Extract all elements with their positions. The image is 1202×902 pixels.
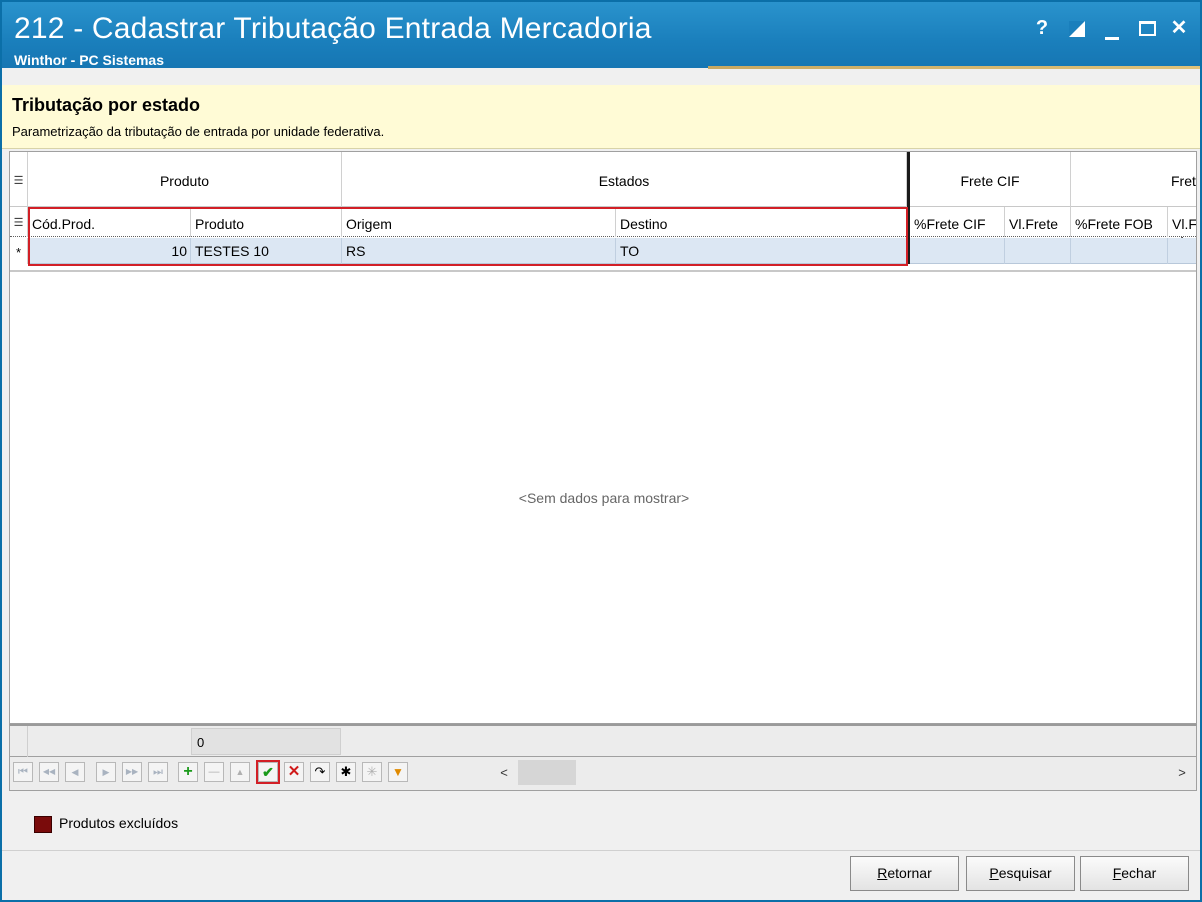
app-window: 212 - Cadastrar Tributação Entrada Merca… <box>0 0 1202 902</box>
summary-count: 0 <box>191 728 341 755</box>
col-vl-fob[interactable]: Vl.F <box>1168 207 1196 237</box>
last-record-icon[interactable]: ⏭ <box>148 762 168 782</box>
cell-cod-prod[interactable]: 10 <box>28 238 191 264</box>
info-header: Tributação por estado Parametrização da … <box>2 85 1200 149</box>
minimize-icon <box>1105 37 1119 40</box>
band-customize-icon[interactable]: ☰ <box>10 152 28 207</box>
help-button[interactable]: ? <box>1029 16 1055 40</box>
legend-area: Produtos excluídos <box>9 791 1197 849</box>
navigator-bar: ⏮ ◀◀ ◀ ▶ ▶▶ ⏭ + — ▲ ✔ ✕ ↷ ✱ ✳ ▼ < > <box>9 757 1197 791</box>
cell-destino[interactable]: TO <box>616 238 907 264</box>
maximize-button[interactable] <box>1134 16 1160 40</box>
fechar-button[interactable]: Fechar <box>1080 856 1189 891</box>
col-produto[interactable]: Produto <box>191 207 342 237</box>
empty-message: <Sem dados para mostrar> <box>518 490 690 506</box>
section-description: Parametrização da tributação de entrada … <box>12 124 385 139</box>
confirm-icon[interactable]: ✔ <box>256 760 280 784</box>
window-title: 212 - Cadastrar Tributação Entrada Merca… <box>14 12 652 45</box>
legend-swatch <box>34 816 52 833</box>
tax-grid[interactable]: ☰ Produto Estados Frete CIF Frete F ☰ Có… <box>9 151 1197 724</box>
pesquisar-button[interactable]: Pesquisar <box>966 856 1075 891</box>
window-subtitle: Winthor - PC Sistemas <box>14 52 165 68</box>
add-icon[interactable]: + <box>178 762 198 782</box>
first-record-icon[interactable]: ⏮ <box>13 762 33 782</box>
filter-icon[interactable]: ▼ <box>388 762 408 782</box>
retornar-button[interactable]: Retornar <box>850 856 959 891</box>
cancel-icon[interactable]: ✕ <box>284 762 304 782</box>
cell-produto[interactable]: TESTES 10 <box>191 238 342 264</box>
row-divider <box>10 270 1196 272</box>
prev-page-icon[interactable]: ◀◀ <box>39 762 59 782</box>
band-frete-fob[interactable]: Frete F <box>1071 152 1196 247</box>
cell-vl-fob[interactable] <box>1168 238 1196 264</box>
close-button[interactable]: ✕ <box>1166 16 1192 40</box>
band-estados[interactable]: Estados <box>342 152 907 207</box>
table-row[interactable]: 10 TESTES 10 RS TO <box>28 238 1196 264</box>
cell-origem[interactable]: RS <box>342 238 616 264</box>
column-customize-icon[interactable]: ☰ <box>10 207 28 237</box>
edit-icon[interactable]: ▲ <box>230 762 250 782</box>
prev-record-icon[interactable]: ◀ <box>65 762 85 782</box>
col-vl-frete[interactable]: Vl.Frete <box>1005 207 1071 237</box>
next-record-icon[interactable]: ▶ <box>96 762 116 782</box>
remove-icon[interactable]: — <box>204 762 224 782</box>
refresh-icon[interactable]: ↷ <box>310 762 330 782</box>
summary-footer: 0 <box>9 724 1197 757</box>
section-title: Tributação por estado <box>12 95 201 115</box>
title-accent-line <box>708 66 1200 69</box>
fixed-column-separator <box>907 152 910 264</box>
col-frete-cif-pct[interactable]: %Frete CIF <box>910 207 1005 237</box>
column-header-row: ☰ Cód.Prod. Produto Origem Destino %Fret… <box>10 207 1196 237</box>
title-bar: 212 - Cadastrar Tributação Entrada Merca… <box>2 2 1200 69</box>
summary-divider <box>27 726 28 757</box>
new-row-indicator: * <box>10 238 28 264</box>
col-cod-prod[interactable]: Cód.Prod. <box>28 207 191 237</box>
cell-frete-cif-pct[interactable] <box>910 238 1005 264</box>
bottom-button-bar: Retornar Pesquisar Fechar <box>2 850 1200 900</box>
legend-label: Produtos excluídos <box>59 815 179 831</box>
col-destino[interactable]: Destino <box>616 207 907 237</box>
col-origem[interactable]: Origem <box>342 207 616 237</box>
minimize-button[interactable] <box>1099 16 1125 40</box>
band-header-row: ☰ Produto Estados Frete CIF Frete F <box>10 152 1196 247</box>
next-page-icon[interactable]: ▶▶ <box>122 762 142 782</box>
band-produto[interactable]: Produto <box>28 152 342 207</box>
goto-bookmark-icon[interactable]: ✳ <box>362 762 382 782</box>
col-frete-fob-pct[interactable]: %Frete FOB <box>1071 207 1168 237</box>
horizontal-scrollbar-thumb[interactable] <box>518 760 576 785</box>
bookmark-icon[interactable]: ✱ <box>336 762 356 782</box>
band-frete-cif[interactable]: Frete CIF <box>910 152 1071 207</box>
restore-button[interactable] <box>1064 16 1090 40</box>
restore-icon <box>1069 21 1085 37</box>
scroll-left-button[interactable]: < <box>494 763 514 783</box>
scroll-right-button[interactable]: > <box>1172 763 1192 783</box>
maximize-icon <box>1138 21 1156 36</box>
cell-vl-frete[interactable] <box>1005 238 1071 264</box>
cell-frete-fob-pct[interactable] <box>1071 238 1168 264</box>
